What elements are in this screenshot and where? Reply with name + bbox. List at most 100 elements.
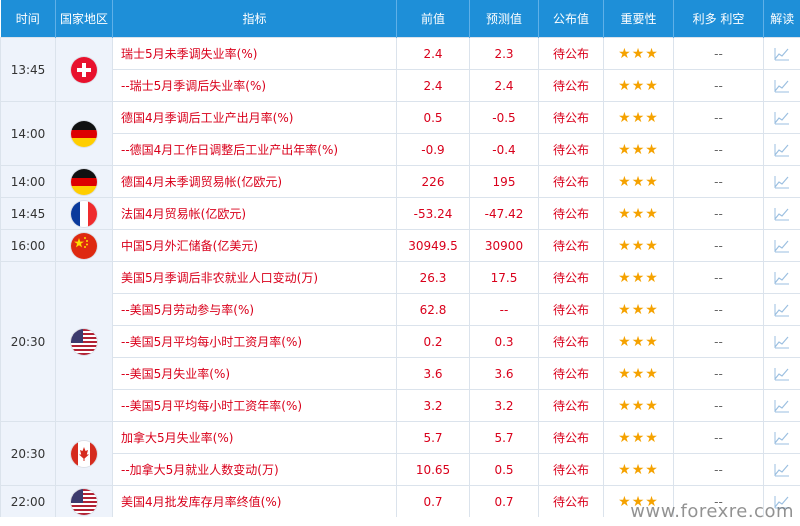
- impact-value: --: [673, 37, 764, 70]
- importance-cell: ★★★: [603, 101, 674, 134]
- importance-cell: ★★★: [603, 421, 674, 454]
- importance-cell: ★★★: [603, 197, 674, 230]
- impact-value: --: [673, 325, 764, 358]
- chart-icon[interactable]: [774, 431, 790, 445]
- country-cell: [55, 229, 113, 262]
- header-region: 国家地区: [55, 0, 113, 38]
- table-row: 13:45 瑞士5月未季调失业率(%) 2.4 2.3 待公布 ★★★ --: [0, 37, 800, 102]
- chart-icon[interactable]: [774, 47, 790, 61]
- impact-value: --: [673, 229, 764, 262]
- chart-icon[interactable]: [774, 111, 790, 125]
- interpret-cell[interactable]: [763, 69, 800, 102]
- forecast-value: -0.4: [469, 133, 539, 166]
- forecast-value: 0.7: [469, 485, 539, 517]
- chart-icon[interactable]: [774, 207, 790, 221]
- chart-icon[interactable]: [774, 335, 790, 349]
- interpret-cell[interactable]: [763, 325, 800, 358]
- interpret-cell[interactable]: [763, 133, 800, 166]
- chart-icon[interactable]: [774, 239, 790, 253]
- actual-status: 待公布: [538, 421, 604, 454]
- forecast-value: 3.2: [469, 389, 539, 422]
- table-row: 14:00 德国4月未季调贸易帐(亿欧元) 226 195 待公布 ★★★ --: [0, 165, 800, 198]
- actual-status: 待公布: [538, 69, 604, 102]
- chart-icon[interactable]: [774, 399, 790, 413]
- indicator-name: --美国5月平均每小时工资年率(%): [112, 389, 397, 422]
- star-rating-icon: ★★★: [618, 205, 659, 222]
- chart-icon[interactable]: [774, 463, 790, 477]
- forecast-value: 17.5: [469, 261, 539, 294]
- impact-value: --: [673, 133, 764, 166]
- country-cell: [55, 421, 113, 486]
- previous-value: 3.2: [396, 389, 470, 422]
- header-interpret: 解读: [763, 0, 800, 38]
- event-time: 14:00: [0, 165, 56, 198]
- table-row: 20:30 加拿大5月失业率(%) 5.7 5.7 待公布 ★★★ --: [0, 421, 800, 486]
- forecast-value: 3.6: [469, 357, 539, 390]
- interpret-cell[interactable]: [763, 229, 800, 262]
- interpret-cell[interactable]: [763, 37, 800, 70]
- previous-value: 0.2: [396, 325, 470, 358]
- forecast-value: 0.5: [469, 453, 539, 486]
- chart-icon[interactable]: [774, 143, 790, 157]
- calendar-table: 时间 国家地区 指标 前值 预测值 公布值 重要性 利多 利空 解读 13:45…: [0, 0, 800, 517]
- previous-value: 226: [396, 165, 470, 198]
- country-cell: [55, 165, 113, 198]
- chart-icon[interactable]: [774, 367, 790, 381]
- header-importance: 重要性: [603, 0, 674, 38]
- watermark: www.forexre.com: [630, 501, 794, 522]
- usa-flag-icon: [71, 328, 97, 355]
- impact-value: --: [673, 357, 764, 390]
- china-flag-icon: [71, 232, 97, 259]
- header-time: 时间: [0, 0, 56, 38]
- forecast-value: 30900: [469, 229, 539, 262]
- chart-icon[interactable]: [774, 303, 790, 317]
- table-row: --美国5月平均每小时工资月率(%) 0.2 0.3 待公布 ★★★ --: [1, 325, 800, 358]
- impact-value: --: [673, 261, 764, 294]
- interpret-cell[interactable]: [763, 101, 800, 134]
- indicator-name: 美国4月批发库存月率终值(%): [112, 485, 397, 517]
- indicator-name: --德国4月工作日调整后工业产出年率(%): [112, 133, 397, 166]
- table-row: 14:45 法国4月贸易帐(亿欧元) -53.24 -47.42 待公布 ★★★ --: [0, 197, 800, 230]
- interpret-cell[interactable]: [763, 165, 800, 198]
- previous-value: 30949.5: [396, 229, 470, 262]
- interpret-cell[interactable]: [763, 421, 800, 454]
- indicator-name: 法国4月贸易帐(亿欧元): [112, 197, 397, 230]
- interpret-cell[interactable]: [763, 389, 800, 422]
- interpret-cell[interactable]: [763, 453, 800, 486]
- star-rating-icon: ★★★: [618, 333, 659, 350]
- chart-icon[interactable]: [774, 271, 790, 285]
- interpret-cell[interactable]: [763, 261, 800, 294]
- previous-value: 0.5: [396, 101, 470, 134]
- previous-value: 62.8: [396, 293, 470, 326]
- star-rating-icon: ★★★: [618, 269, 659, 286]
- interpret-cell[interactable]: [763, 197, 800, 230]
- star-rating-icon: ★★★: [618, 461, 659, 478]
- germany-flag-icon: [71, 168, 97, 195]
- germany-flag-icon: [71, 120, 97, 147]
- actual-status: 待公布: [538, 389, 604, 422]
- indicator-name: --美国5月失业率(%): [112, 357, 397, 390]
- actual-status: 待公布: [538, 197, 604, 230]
- interpret-cell[interactable]: [763, 293, 800, 326]
- event-time: 14:45: [0, 197, 56, 230]
- chart-icon[interactable]: [774, 79, 790, 93]
- previous-value: 10.65: [396, 453, 470, 486]
- star-rating-icon: ★★★: [618, 141, 659, 158]
- forecast-value: -47.42: [469, 197, 539, 230]
- table-row: --加拿大5月就业人数变动(万) 10.65 0.5 待公布 ★★★ --: [1, 453, 800, 486]
- chart-icon[interactable]: [774, 175, 790, 189]
- indicator-name: 美国5月季调后非农就业人口变动(万): [112, 261, 397, 294]
- table-row: --德国4月工作日调整后工业产出年率(%) -0.9 -0.4 待公布 ★★★ --: [1, 133, 800, 166]
- forecast-value: 5.7: [469, 421, 539, 454]
- indicator-name: 中国5月外汇储备(亿美元): [112, 229, 397, 262]
- table-row: 14:00 德国4月季调后工业产出月率(%) 0.5 -0.5 待公布 ★★★ --: [0, 101, 800, 166]
- event-time: 20:30: [0, 421, 56, 486]
- interpret-cell[interactable]: [763, 357, 800, 390]
- event-time: 13:45: [0, 37, 56, 102]
- importance-cell: ★★★: [603, 229, 674, 262]
- actual-status: 待公布: [538, 165, 604, 198]
- country-cell: [55, 485, 113, 517]
- canada-flag-icon: [71, 440, 97, 467]
- table-row: 16:00 中国5月外汇储备(亿美元) 30949.5 30900 待公布 ★★★ --: [0, 229, 800, 262]
- header-forecast: 预测值: [469, 0, 539, 38]
